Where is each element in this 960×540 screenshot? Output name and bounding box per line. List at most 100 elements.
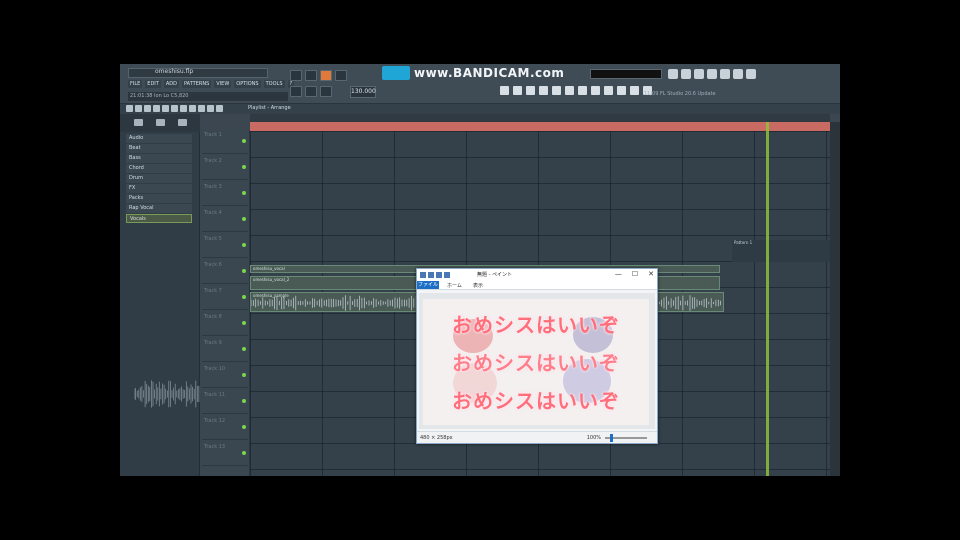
track-enable-icon[interactable] (242, 165, 246, 169)
stop-button[interactable] (305, 86, 317, 97)
track-enable-icon[interactable] (242, 243, 246, 247)
browser-item[interactable]: Beat (126, 144, 192, 153)
browser-folder-icon[interactable] (134, 119, 143, 126)
cpu-icon[interactable] (617, 86, 626, 95)
playhead[interactable] (766, 122, 769, 476)
brush-icon[interactable] (539, 86, 548, 95)
zoom-icon[interactable] (591, 86, 600, 95)
track-header[interactable]: Track 12 (202, 416, 248, 440)
track-enable-icon[interactable] (242, 425, 246, 429)
track-header[interactable]: Track 6 (202, 260, 248, 284)
track-enable-icon[interactable] (242, 451, 246, 455)
track-header[interactable]: Track 4 (202, 208, 248, 232)
browser-search-icon[interactable] (178, 119, 187, 126)
track-header[interactable]: Track 9 (202, 338, 248, 362)
snap-magnet-icon[interactable] (135, 105, 142, 112)
piano-roll-icon[interactable] (681, 69, 691, 79)
plugin-icon[interactable] (733, 69, 743, 79)
menu-item-1[interactable]: EDIT (145, 80, 161, 88)
select-tool-icon[interactable] (198, 105, 205, 112)
playlist-vertical-scrollbar[interactable] (830, 122, 840, 476)
track-enable-icon[interactable] (242, 191, 246, 195)
browser-item[interactable]: Vocals (126, 214, 192, 223)
tempo-display[interactable]: 130.000 (350, 86, 376, 98)
mute-icon[interactable] (552, 86, 561, 95)
snap-icon[interactable] (500, 86, 509, 95)
close-button[interactable]: ✕ (648, 270, 654, 278)
track-enable-icon[interactable] (242, 373, 246, 377)
loop-button[interactable] (320, 86, 332, 97)
track-enable-icon[interactable] (242, 269, 246, 273)
tab-file[interactable]: ファイル (417, 281, 439, 289)
menu-item-4[interactable]: VIEW (214, 80, 232, 88)
project-title-box[interactable]: omeshisu.flp (128, 68, 268, 78)
track-header[interactable]: Track 1 (202, 130, 248, 154)
paint-titlebar[interactable]: 無題 - ペイント — ☐ ✕ (417, 269, 657, 281)
speaker-icon[interactable] (604, 86, 613, 95)
undo-icon[interactable] (436, 272, 442, 278)
track-header[interactable]: Track 7 (202, 286, 248, 310)
redo-icon[interactable] (444, 272, 450, 278)
mute-tool-icon[interactable] (171, 105, 178, 112)
track-enable-icon[interactable] (242, 217, 246, 221)
track-enable-icon[interactable] (242, 321, 246, 325)
track-header[interactable]: Track 3 (202, 182, 248, 206)
metronome-button[interactable] (305, 70, 317, 81)
tab-home[interactable]: ホーム (447, 282, 462, 289)
menu-item-3[interactable]: PATTERNS (181, 80, 212, 88)
browser-item[interactable]: Bass (126, 154, 192, 163)
help-icon[interactable] (746, 69, 756, 79)
menu-item-2[interactable]: ADD (163, 80, 179, 88)
tab-view[interactable]: 表示 (473, 282, 483, 289)
minimize-button[interactable]: — (615, 270, 622, 278)
track-header[interactable]: Track 2 (202, 156, 248, 180)
slice-icon[interactable] (565, 86, 574, 95)
menu-item-6[interactable]: TOOLS (263, 80, 285, 88)
browser-item[interactable]: Packs (126, 194, 192, 203)
browser-item[interactable]: Drum (126, 174, 192, 183)
wave-icon[interactable] (630, 86, 639, 95)
playlist-icon[interactable] (668, 69, 678, 79)
slip-icon[interactable] (180, 105, 187, 112)
zoom-tool-icon[interactable] (207, 105, 214, 112)
track-enable-icon[interactable] (242, 295, 246, 299)
paint-image[interactable]: おめシスはいいぞ おめシスはいいぞ おめシスはいいぞ (423, 299, 649, 425)
draw-icon[interactable] (144, 105, 151, 112)
track-enable-icon[interactable] (242, 347, 246, 351)
track-header[interactable]: Track 10 (202, 364, 248, 388)
play-button[interactable] (290, 86, 302, 97)
track-header[interactable]: Track 5 (202, 234, 248, 258)
browser-item[interactable]: Chord (126, 164, 192, 173)
menu-item-5[interactable]: OPTIONS (234, 80, 261, 88)
track-header[interactable]: Track 13 (202, 442, 248, 466)
pattern-song-toggle[interactable] (290, 70, 302, 81)
record-button[interactable] (320, 70, 332, 81)
browser-item[interactable]: Audio (126, 134, 192, 143)
playback-icon[interactable] (216, 105, 223, 112)
slice-tool-icon[interactable] (189, 105, 196, 112)
timeline-ruler[interactable] (250, 122, 830, 131)
zoom-slider-knob[interactable] (610, 434, 613, 442)
delete-icon[interactable] (162, 105, 169, 112)
paint-icon[interactable] (153, 105, 160, 112)
timeline-scroll[interactable] (250, 114, 830, 122)
arrow-icon[interactable] (126, 105, 133, 112)
step-icon[interactable] (513, 86, 522, 95)
wait-button[interactable] (335, 70, 347, 81)
browser-item[interactable]: Rap Vocal (126, 204, 192, 213)
save-icon[interactable] (428, 272, 434, 278)
mixer-icon[interactable] (707, 69, 717, 79)
track-header[interactable]: Track 8 (202, 312, 248, 336)
browser-item[interactable]: FX (126, 184, 192, 193)
menu-item-0[interactable]: FILE (128, 80, 143, 88)
pencil-icon[interactable] (526, 86, 535, 95)
channel-rack-icon[interactable] (694, 69, 704, 79)
maximize-button[interactable]: ☐ (632, 270, 638, 278)
browser-icon[interactable] (720, 69, 730, 79)
paint-canvas-area[interactable]: おめシスはいいぞ おめシスはいいぞ おめシスはいいぞ (419, 293, 655, 429)
track-header[interactable]: Track 11 (202, 390, 248, 414)
track-enable-icon[interactable] (242, 399, 246, 403)
track-enable-icon[interactable] (242, 139, 246, 143)
browser-sort-icon[interactable] (156, 119, 165, 126)
select-icon[interactable] (578, 86, 587, 95)
